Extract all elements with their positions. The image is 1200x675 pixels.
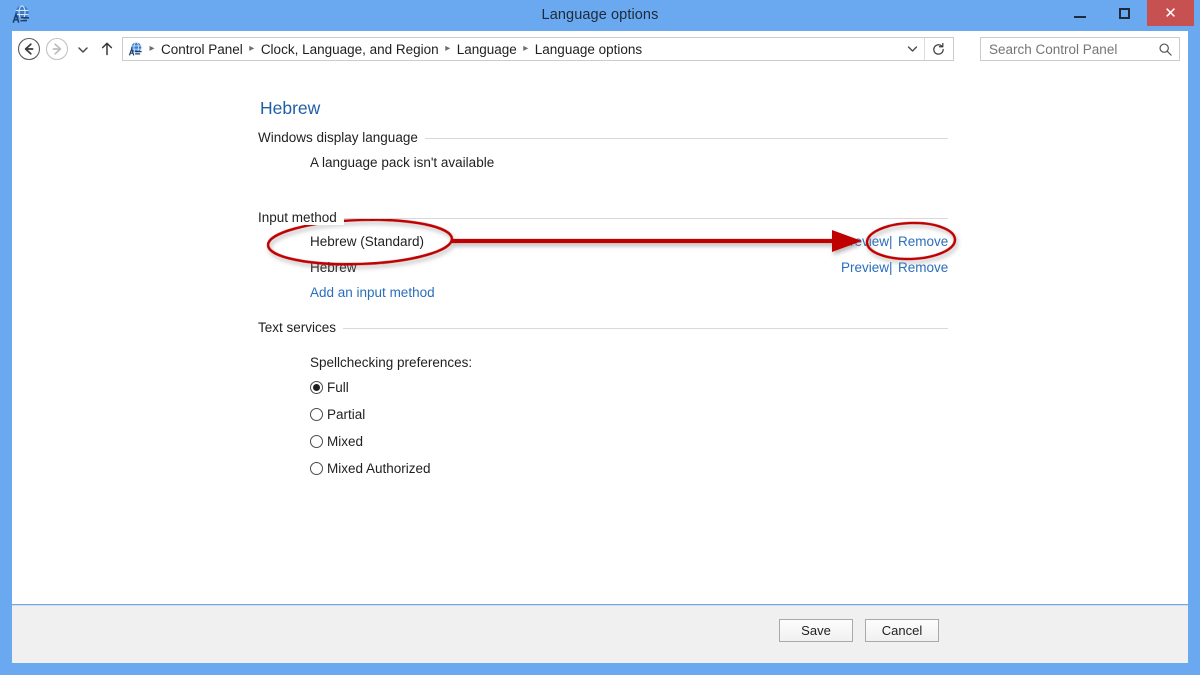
page-title: Hebrew — [260, 98, 321, 118]
language-options-window: Language options ✕ ▸ Control Panel ▸ Clo… — [0, 0, 1200, 675]
language-pack-status: A language pack isn't available — [310, 155, 495, 170]
spellchecking-preferences-label: Spellchecking preferences: — [310, 355, 473, 370]
search-box[interactable] — [980, 37, 1180, 61]
address-bar[interactable]: ▸ Control Panel ▸ Clock, Language, and R… — [122, 37, 954, 61]
forward-button[interactable] — [45, 37, 69, 61]
breadcrumb-item-language-options[interactable]: Language options — [532, 42, 645, 57]
radio-option-full[interactable]: Full — [310, 380, 349, 395]
search-input[interactable] — [989, 41, 1153, 57]
preview-link-hebrew[interactable]: Preview — [841, 260, 889, 275]
group-divider — [258, 328, 948, 329]
group-label-windows-display-language: Windows display language — [258, 130, 425, 145]
radio-option-partial[interactable]: Partial — [310, 407, 365, 422]
recent-pages-chevron-down-icon[interactable] — [76, 43, 90, 55]
group-windows-display-language: Windows display language — [258, 129, 948, 147]
group-label-text-services: Text services — [258, 320, 344, 335]
breadcrumb-separator-icon: ▸ — [523, 43, 529, 54]
radio-label: Partial — [327, 407, 366, 422]
title-bar: Language options ✕ — [0, 0, 1200, 31]
address-chevron-down-icon[interactable] — [901, 38, 923, 60]
breadcrumb-language-icon — [127, 41, 144, 58]
input-method-row-name: Hebrew (Standard) — [310, 234, 425, 249]
radio-label: Mixed — [327, 434, 364, 449]
search-icon[interactable] — [1155, 39, 1175, 59]
preview-link-hebrew-standard[interactable]: Preview — [841, 234, 889, 249]
link-separator: | — [889, 260, 893, 275]
breadcrumb-separator-icon: ▸ — [149, 43, 155, 54]
radio-button-icon[interactable] — [310, 381, 323, 394]
breadcrumb-separator-icon: ▸ — [249, 43, 255, 54]
maximize-icon — [1119, 7, 1130, 19]
save-button[interactable]: Save — [779, 619, 853, 642]
breadcrumb-item-language[interactable]: Language — [454, 42, 520, 57]
remove-link-hebrew-standard[interactable]: Remove — [898, 234, 948, 249]
link-separator: | — [889, 234, 893, 249]
window-controls: ✕ — [1057, 0, 1194, 31]
refresh-icon[interactable] — [924, 38, 951, 60]
radio-button-icon[interactable] — [310, 408, 323, 421]
close-icon: ✕ — [1164, 4, 1177, 22]
breadcrumb-item-clock-language-region[interactable]: Clock, Language, and Region — [258, 42, 442, 57]
navigation-bar: ▸ Control Panel ▸ Clock, Language, and R… — [12, 31, 1188, 67]
cancel-button[interactable]: Cancel — [865, 619, 939, 642]
add-input-method-link[interactable]: Add an input method — [310, 285, 435, 300]
radio-button-icon[interactable] — [310, 462, 323, 475]
remove-link-hebrew[interactable]: Remove — [898, 260, 948, 275]
breadcrumb-item-control-panel[interactable]: Control Panel — [158, 42, 246, 57]
back-button[interactable] — [17, 37, 41, 61]
minimize-button[interactable] — [1057, 0, 1102, 26]
content-pane: Hebrew Windows display language A langua… — [12, 67, 1188, 604]
radio-label: Mixed Authorized — [327, 461, 431, 476]
close-button[interactable]: ✕ — [1147, 0, 1194, 26]
breadcrumb-separator-icon: ▸ — [445, 43, 451, 54]
maximize-button[interactable] — [1102, 0, 1147, 26]
group-divider — [258, 218, 948, 219]
up-arrow-icon[interactable] — [98, 40, 116, 58]
window-title: Language options — [541, 7, 659, 23]
input-method-row-name: Hebrew — [310, 260, 357, 275]
radio-option-mixed-authorized[interactable]: Mixed Authorized — [310, 461, 431, 476]
radio-button-icon[interactable] — [310, 435, 323, 448]
minimize-icon — [1073, 15, 1086, 18]
group-label-input-method: Input method — [258, 210, 344, 225]
radio-label: Full — [327, 380, 349, 395]
group-text-services: Text services — [258, 319, 948, 337]
radio-option-mixed[interactable]: Mixed — [310, 434, 363, 449]
footer-button-bar: Save Cancel — [12, 605, 1188, 663]
group-input-method: Input method — [258, 209, 948, 227]
